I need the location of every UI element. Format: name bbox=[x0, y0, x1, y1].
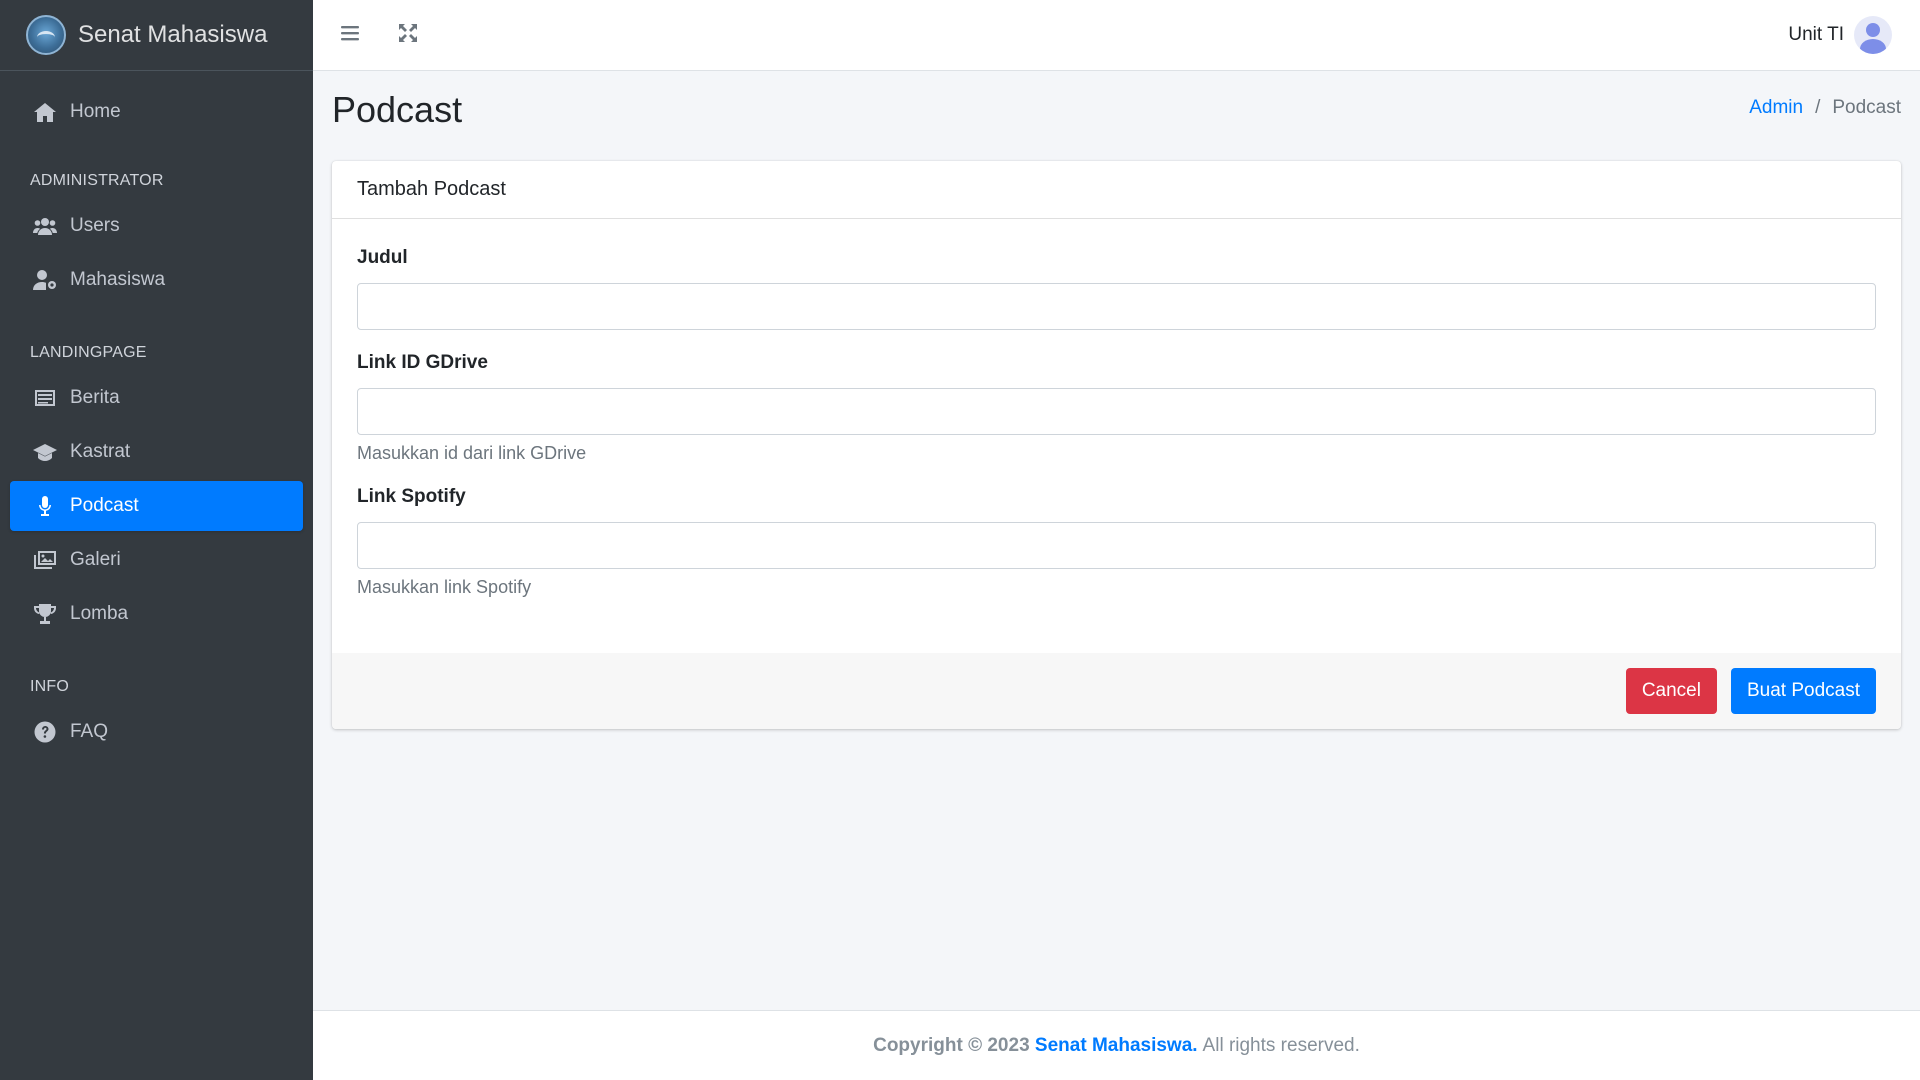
card-body: Judul Link ID GDrive Masukkan id dari li… bbox=[332, 219, 1901, 598]
footer-brand-link[interactable]: Senat Mahasiswa. bbox=[1035, 1035, 1198, 1057]
spotify-help-text: Masukkan link Spotify bbox=[357, 577, 532, 597]
nav-header-administrator: ADMINISTRATOR bbox=[30, 172, 164, 189]
sidebar-item-podcast[interactable]: Podcast bbox=[10, 481, 303, 531]
sidebar-item-label: Podcast bbox=[70, 495, 139, 516]
breadcrumb: Admin / Podcast bbox=[1749, 97, 1901, 119]
newspaper-icon bbox=[32, 387, 58, 409]
sidebar-item-home[interactable]: Home bbox=[10, 87, 303, 137]
avatar bbox=[1854, 16, 1892, 54]
user-cog-icon bbox=[32, 269, 58, 291]
nav-header-info: INFO bbox=[30, 678, 70, 695]
top-navbar: Unit TI bbox=[313, 0, 1920, 71]
rights-text: All rights reserved. bbox=[1202, 1034, 1360, 1056]
images-icon bbox=[32, 549, 58, 571]
breadcrumb-separator: / bbox=[1815, 97, 1821, 118]
sidebar-item-faq[interactable]: FAQ bbox=[10, 707, 303, 757]
spotify-input[interactable] bbox=[357, 522, 1876, 569]
copyright-text: Copyright © 2023 bbox=[873, 1034, 1030, 1056]
fullscreen-button[interactable] bbox=[379, 0, 437, 71]
gdrive-label: Link ID GDrive bbox=[357, 352, 488, 373]
hamburger-icon bbox=[339, 22, 361, 49]
sidebar-item-kastrat[interactable]: Kastrat bbox=[10, 427, 303, 477]
expand-arrows-icon bbox=[397, 22, 419, 49]
gdrive-input[interactable] bbox=[357, 388, 1876, 435]
sidebar-item-mahasiswa[interactable]: Mahasiswa bbox=[10, 255, 303, 305]
user-name: Unit TI bbox=[1788, 24, 1844, 45]
brand-name: Senat Mahasiswa bbox=[78, 21, 268, 48]
card-footer: Cancel Buat Podcast bbox=[332, 653, 1901, 729]
sidebar-item-lomba[interactable]: Lomba bbox=[10, 589, 303, 639]
sidebar-nav: Home ADMINISTRATOR Users Mahasiswa LANDI… bbox=[0, 71, 313, 757]
sidebar-item-berita[interactable]: Berita bbox=[10, 373, 303, 423]
card-title: Tambah Podcast bbox=[332, 161, 1901, 219]
sidebar-item-label: Users bbox=[70, 215, 120, 236]
sidebar-item-galeri[interactable]: Galeri bbox=[10, 535, 303, 585]
form-group-gdrive: Link ID GDrive Masukkan id dari link GDr… bbox=[357, 352, 1876, 464]
create-podcast-button[interactable]: Buat Podcast bbox=[1730, 668, 1876, 714]
sidebar-item-label: Galeri bbox=[70, 549, 121, 570]
graduation-cap-icon bbox=[32, 441, 58, 463]
sidebar-item-label: Home bbox=[70, 101, 121, 122]
form-group-spotify: Link Spotify Masukkan link Spotify bbox=[357, 486, 1876, 598]
sidebar-item-label: Berita bbox=[70, 387, 120, 408]
judul-input[interactable] bbox=[357, 283, 1876, 330]
judul-label: Judul bbox=[357, 247, 408, 268]
sidebar: Senat Mahasiswa Home ADMINISTRATOR Users… bbox=[0, 0, 313, 1080]
menu-toggle-button[interactable] bbox=[321, 0, 379, 71]
brand-logo bbox=[26, 15, 66, 55]
question-circle-icon bbox=[32, 721, 58, 743]
gdrive-help-text: Masukkan id dari link GDrive bbox=[357, 443, 587, 463]
breadcrumb-admin-link[interactable]: Admin bbox=[1749, 97, 1803, 119]
user-menu[interactable]: Unit TI bbox=[1788, 16, 1892, 54]
cancel-button[interactable]: Cancel bbox=[1625, 668, 1717, 714]
users-icon bbox=[32, 215, 58, 237]
home-icon bbox=[32, 101, 58, 123]
sidebar-item-label: Lomba bbox=[70, 603, 129, 624]
breadcrumb-current: Podcast bbox=[1832, 97, 1901, 118]
page-title: Podcast bbox=[332, 89, 463, 130]
sidebar-item-label: Mahasiswa bbox=[70, 269, 166, 290]
form-group-judul: Judul bbox=[357, 247, 1876, 330]
sidebar-item-users[interactable]: Users bbox=[10, 201, 303, 251]
main-footer: Copyright © 2023 Senat Mahasiswa. All rig… bbox=[313, 1010, 1920, 1080]
trophy-icon bbox=[32, 603, 58, 625]
nav-header-landingpage: LANDINGPAGE bbox=[30, 344, 147, 361]
sidebar-item-label: FAQ bbox=[70, 721, 109, 742]
brand-link[interactable]: Senat Mahasiswa bbox=[0, 0, 313, 71]
microphone-icon bbox=[32, 495, 58, 517]
content-wrapper: Podcast Admin / Podcast Tambah Podcast J… bbox=[313, 71, 1920, 1010]
sidebar-item-label: Kastrat bbox=[70, 441, 131, 462]
spotify-label: Link Spotify bbox=[357, 486, 466, 507]
podcast-form-card: Tambah Podcast Judul Link ID GDrive Masu… bbox=[332, 161, 1901, 729]
